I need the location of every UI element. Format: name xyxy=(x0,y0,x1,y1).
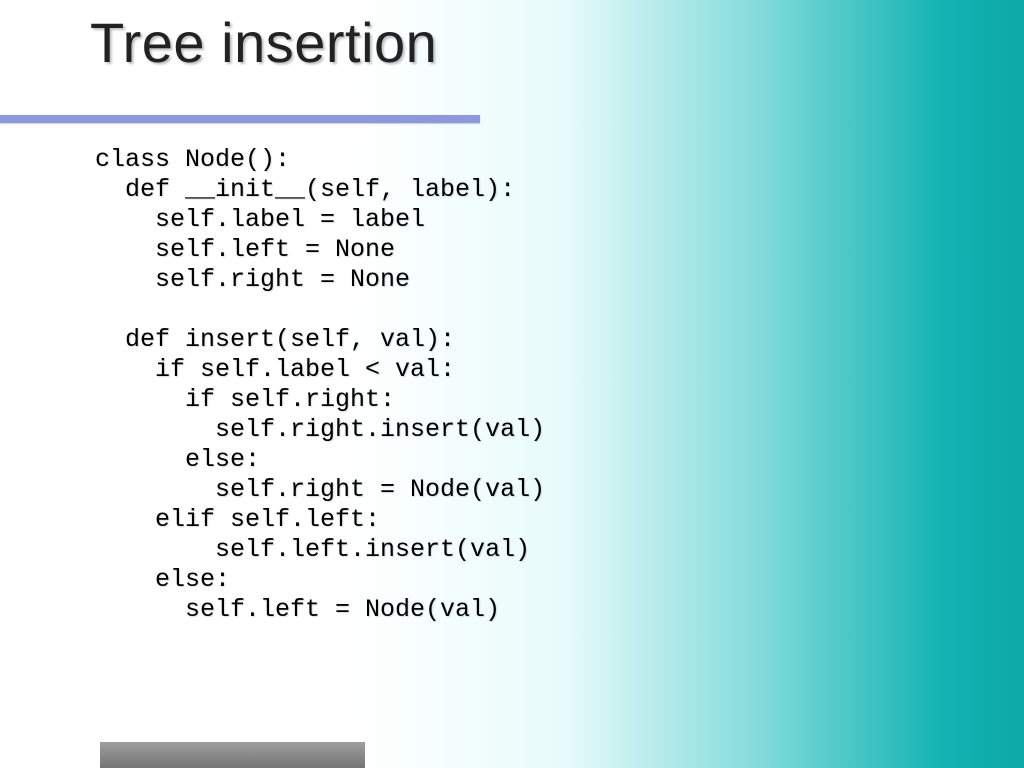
footer-decoration xyxy=(100,742,365,768)
code-block: class Node(): def __init__(self, label):… xyxy=(95,145,545,625)
slide-title: Tree insertion xyxy=(90,10,437,75)
title-underline xyxy=(0,115,480,123)
slide: Tree insertion class Node(): def __init_… xyxy=(0,0,1024,768)
